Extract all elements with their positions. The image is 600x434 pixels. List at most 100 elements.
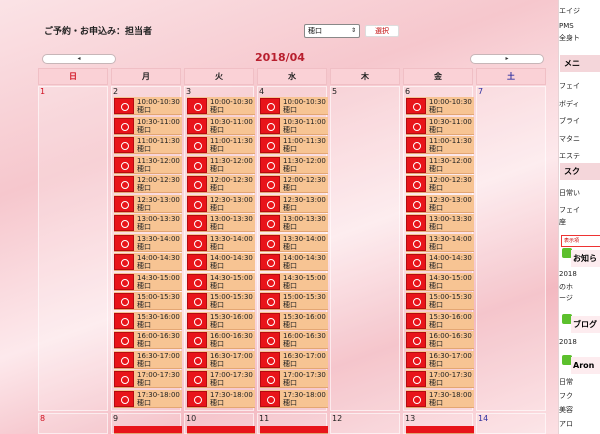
available-circle-icon[interactable] [187, 332, 207, 348]
sidebar-aroma-item[interactable]: 美容 [559, 405, 573, 415]
available-circle-icon[interactable] [260, 98, 280, 114]
available-circle-icon[interactable] [406, 293, 426, 309]
time-slot[interactable]: 12:30-13:00 穂口 [406, 194, 474, 213]
time-slot[interactable] [406, 426, 474, 434]
available-circle-icon[interactable] [187, 351, 207, 368]
available-circle-icon[interactable] [114, 215, 134, 231]
time-slot[interactable]: 17:30-18:00 穂口 [187, 389, 255, 408]
sidebar-menu-item[interactable]: エステ [559, 151, 580, 161]
available-circle-icon[interactable] [114, 390, 134, 407]
time-slot[interactable]: 14:00-14:30 穂口 [187, 253, 255, 271]
available-circle-icon[interactable] [187, 234, 207, 251]
time-slot[interactable]: 11:30-12:00 穂口 [114, 155, 182, 174]
time-slot[interactable]: 11:00-11:30 穂口 [187, 136, 255, 154]
time-slot[interactable]: 15:00-15:30 穂口 [187, 292, 255, 310]
available-circle-icon[interactable] [187, 312, 207, 329]
available-circle-icon[interactable] [114, 195, 134, 212]
sidebar-school-item[interactable]: フェイ [559, 205, 580, 215]
time-slot[interactable]: 10:30-11:00 穂口 [114, 116, 182, 135]
time-slot[interactable]: 11:30-12:00 穂口 [406, 155, 474, 174]
available-circle-icon[interactable] [260, 234, 280, 251]
time-slot[interactable]: 17:30-18:00 穂口 [114, 389, 182, 408]
available-circle-icon[interactable] [187, 215, 207, 231]
sidebar-school-item[interactable]: 日常い [559, 188, 580, 198]
available-circle-icon[interactable] [187, 254, 207, 270]
time-slot[interactable]: 17:00-17:30 穂口 [406, 370, 474, 388]
available-circle-icon[interactable] [260, 351, 280, 368]
sidebar-aroma-item[interactable]: 日常 [559, 377, 573, 387]
available-circle-icon[interactable] [114, 293, 134, 309]
time-slot[interactable]: 15:00-15:30 穂口 [114, 292, 182, 310]
available-circle-icon[interactable] [406, 332, 426, 348]
time-slot[interactable]: 12:30-13:00 穂口 [260, 194, 328, 213]
available-circle-icon[interactable] [406, 390, 426, 407]
sidebar-aroma-item[interactable]: アロ [559, 419, 573, 429]
available-circle-icon[interactable] [187, 293, 207, 309]
available-circle-icon[interactable] [406, 156, 426, 173]
time-slot[interactable]: 14:30-15:00 穂口 [187, 272, 255, 291]
available-circle-icon[interactable] [260, 371, 280, 387]
available-circle-icon[interactable] [114, 176, 134, 192]
time-slot[interactable]: 10:00-10:30 穂口 [406, 97, 474, 115]
available-circle-icon[interactable] [187, 117, 207, 134]
sidebar-news-line1[interactable]: 2018 [559, 270, 577, 278]
available-circle-icon[interactable] [114, 117, 134, 134]
time-slot[interactable]: 10:00-10:30 穂口 [114, 97, 182, 115]
available-circle-icon[interactable] [260, 332, 280, 348]
available-circle-icon[interactable] [260, 273, 280, 290]
time-slot[interactable]: 15:30-16:00 穂口 [260, 311, 328, 330]
available-circle-icon[interactable] [260, 176, 280, 192]
available-circle-icon[interactable] [187, 371, 207, 387]
time-slot[interactable]: 12:00-12:30 穂口 [187, 175, 255, 193]
sidebar-aroma-item[interactable]: フク [559, 391, 573, 401]
time-slot[interactable]: 15:00-15:30 穂口 [260, 292, 328, 310]
time-slot[interactable]: 12:00-12:30 穂口 [406, 175, 474, 193]
time-slot[interactable]: 17:00-17:30 穂口 [187, 370, 255, 388]
available-circle-icon[interactable] [406, 176, 426, 192]
time-slot[interactable]: 12:30-13:00 穂口 [114, 194, 182, 213]
available-circle-icon[interactable] [260, 390, 280, 407]
time-slot[interactable]: 16:30-17:00 穂口 [114, 350, 182, 369]
available-circle-icon[interactable] [114, 351, 134, 368]
available-circle-icon[interactable] [187, 390, 207, 407]
time-slot[interactable]: 14:00-14:30 穂口 [114, 253, 182, 271]
available-circle-icon[interactable] [406, 351, 426, 368]
sidebar-blog-line1[interactable]: 2018 [559, 338, 577, 346]
time-slot[interactable]: 10:00-10:30 穂口 [187, 97, 255, 115]
time-slot[interactable] [114, 426, 182, 434]
available-circle-icon[interactable] [406, 254, 426, 270]
time-slot[interactable]: 15:30-16:00 穂口 [406, 311, 474, 330]
available-circle-icon[interactable] [260, 156, 280, 173]
time-slot[interactable]: 14:30-15:00 穂口 [114, 272, 182, 291]
available-circle-icon[interactable] [114, 137, 134, 153]
available-circle-icon[interactable] [114, 156, 134, 173]
available-circle-icon[interactable] [187, 137, 207, 153]
time-slot[interactable] [260, 426, 328, 434]
available-circle-icon[interactable] [114, 234, 134, 251]
time-slot[interactable]: 13:30-14:00 穂口 [406, 233, 474, 252]
time-slot[interactable]: 14:30-15:00 穂口 [406, 272, 474, 291]
available-circle-icon[interactable] [187, 273, 207, 290]
time-slot[interactable]: 17:00-17:30 穂口 [260, 370, 328, 388]
time-slot[interactable]: 17:00-17:30 穂口 [114, 370, 182, 388]
time-slot[interactable]: 12:30-13:00 穂口 [187, 194, 255, 213]
available-circle-icon[interactable] [260, 312, 280, 329]
time-slot[interactable]: 13:30-14:00 穂口 [187, 233, 255, 252]
time-slot[interactable]: 12:00-12:30 穂口 [114, 175, 182, 193]
time-slot[interactable]: 13:00-13:30 穂口 [187, 214, 255, 232]
staff-select[interactable]: 穂口 ⇕ [304, 24, 360, 38]
time-slot[interactable]: 11:00-11:30 穂口 [260, 136, 328, 154]
time-slot[interactable]: 15:30-16:00 穂口 [114, 311, 182, 330]
time-slot[interactable]: 16:00-16:30 穂口 [260, 331, 328, 349]
time-slot[interactable]: 10:30-11:00 穂口 [406, 116, 474, 135]
time-slot[interactable]: 17:30-18:00 穂口 [260, 389, 328, 408]
select-button[interactable]: 選択 [365, 25, 399, 37]
available-circle-icon[interactable] [406, 117, 426, 134]
time-slot[interactable]: 13:00-13:30 穂口 [114, 214, 182, 232]
sidebar-menu-item[interactable]: ボディ [559, 99, 580, 109]
time-slot[interactable]: 13:00-13:30 穂口 [260, 214, 328, 232]
available-circle-icon[interactable] [260, 117, 280, 134]
time-slot[interactable]: 16:30-17:00 穂口 [260, 350, 328, 369]
next-month-button[interactable]: ▸ [470, 54, 544, 64]
sidebar-menu-item[interactable]: マタニ [559, 134, 580, 144]
